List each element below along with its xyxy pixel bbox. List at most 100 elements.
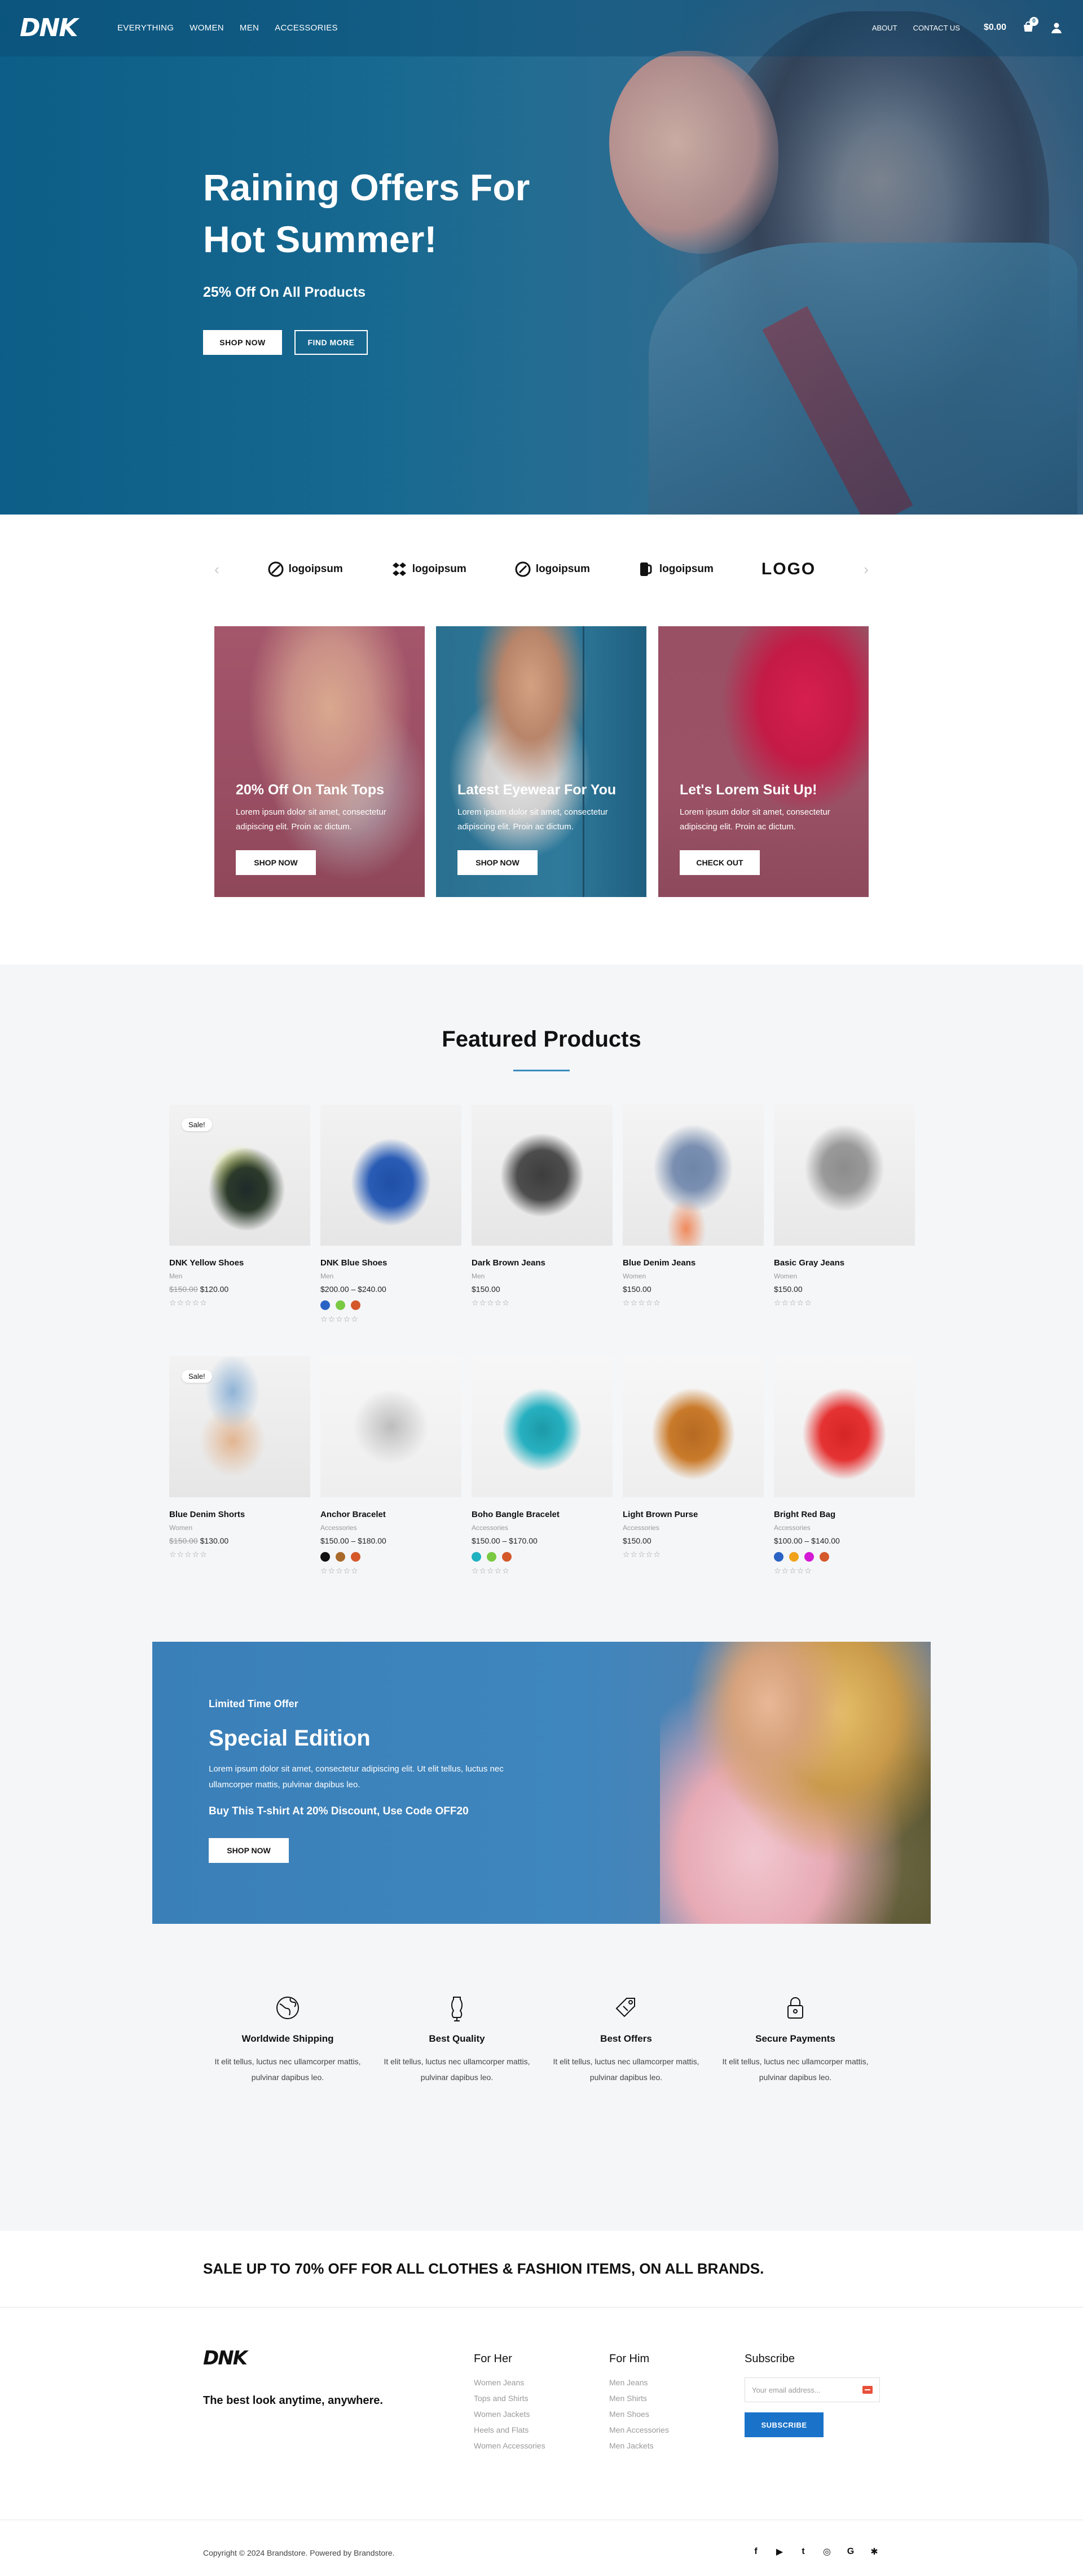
menu-item-about[interactable]: ABOUT [872,24,897,32]
footer-link-men-shirts[interactable]: Men Shirts [609,2394,669,2403]
color-swatch[interactable] [351,1300,360,1310]
hero-buttons: SHOP NOW FIND MORE [203,330,553,355]
user-account-icon[interactable] [1050,21,1063,34]
footer-link-men-shoes[interactable]: Men Shoes [609,2410,669,2419]
product-card[interactable]: Blue Denim Jeans Women $150.00 ☆☆☆☆☆ [623,1105,764,1308]
promo-shop-now-button[interactable]: SHOP NOW [457,850,538,875]
product-current-price: $100.00 – $140.00 [774,1536,840,1545]
product-name[interactable]: DNK Blue Shoes [320,1258,461,1268]
color-swatch[interactable] [487,1552,496,1562]
color-swatch[interactable] [502,1552,512,1562]
product-card[interactable]: Anchor Bracelet Accessories $150.00 – $180… [320,1356,461,1576]
menu-item-women[interactable]: WOMEN [190,23,224,33]
yelp-icon[interactable]: ✱ [869,2546,880,2557]
footer-link-heels-and-flats[interactable]: Heels and Flats [474,2425,545,2434]
product-category[interactable]: Accessories [472,1524,613,1532]
color-swatch[interactable] [336,1300,345,1310]
product-card[interactable]: DNK Blue Shoes Men $200.00 – $240.00 ☆☆☆☆☆ [320,1105,461,1324]
instagram-icon[interactable]: ◎ [821,2546,833,2557]
special-shop-now-button[interactable]: SHOP NOW [209,1838,289,1863]
promo-card-suit-up[interactable]: Let's Lorem Suit Up! Lorem ipsum dolor s… [658,626,869,897]
carousel-prev-arrow-icon[interactable]: ‹ [214,561,219,578]
product-name[interactable]: Anchor Bracelet [320,1510,461,1519]
color-swatch[interactable] [820,1552,829,1562]
product-category[interactable]: Men [472,1272,613,1280]
color-swatch[interactable] [774,1552,783,1562]
product-category[interactable]: Men [320,1272,461,1280]
facebook-icon[interactable]: f [750,2547,761,2557]
promo-check-out-button[interactable]: CHECK OUT [680,850,760,875]
product-name[interactable]: Basic Gray Jeans [774,1258,915,1268]
product-card[interactable]: Sale! Blue Denim Shorts Women $150.00 $130.0… [169,1356,310,1559]
product-image[interactable]: Sale! [169,1356,310,1497]
product-category[interactable]: Women [623,1272,764,1280]
youtube-icon[interactable]: ▶ [774,2546,785,2557]
footer-link-men-jeans[interactable]: Men Jeans [609,2378,669,2387]
product-card[interactable]: Sale! DNK Yellow Shoes Men $150.00 $120.00 ☆☆… [169,1105,310,1308]
footer-link-women-accessories[interactable]: Women Accessories [474,2441,545,2450]
product-image[interactable]: Sale! [169,1105,310,1246]
product-name[interactable]: Boho Bangle Bracelet [472,1510,613,1519]
cart-total[interactable]: $0.00 [984,23,1006,33]
footer-link-men-accessories[interactable]: Men Accessories [609,2425,669,2434]
cart-icon[interactable]: 0 [1022,17,1038,34]
promo-card-eyewear[interactable]: Latest Eyewear For You Lorem ipsum dolor… [436,626,646,897]
product-card[interactable]: Dark Brown Jeans Men $150.00 ☆☆☆☆☆ [472,1105,613,1308]
menu-item-accessories[interactable]: ACCESSORIES [275,23,338,33]
footer-column-title: For Him [609,2353,650,2365]
google-icon[interactable]: G [845,2547,856,2557]
product-image[interactable] [320,1356,461,1497]
product-card[interactable]: Boho Bangle Bracelet Accessories $150.00 –… [472,1356,613,1576]
footer-link-tops-and-shirts[interactable]: Tops and Shirts [474,2394,545,2403]
special-edition-content: Limited Time Offer Special Edition Lorem… [209,1698,525,1863]
product-image[interactable] [623,1356,764,1497]
product-name[interactable]: Bright Red Bag [774,1510,915,1519]
product-old-price: $150.00 [169,1285,198,1294]
menu-item-everything[interactable]: EVERYTHING [117,23,174,33]
product-name[interactable]: Dark Brown Jeans [472,1258,613,1268]
footer-logo[interactable]: DNK [203,2347,248,2370]
product-card[interactable]: Bright Red Bag Accessories $100.00 – $140.… [774,1356,915,1576]
product-category[interactable]: Accessories [774,1524,915,1532]
color-swatch[interactable] [320,1552,330,1562]
product-image[interactable] [623,1105,764,1246]
color-swatch[interactable] [472,1552,481,1562]
color-swatch[interactable] [789,1552,799,1562]
subscribe-button[interactable]: SUBSCRIBE [745,2412,824,2437]
product-category[interactable]: Accessories [623,1524,764,1532]
product-image[interactable] [774,1105,915,1246]
color-swatch[interactable] [320,1300,330,1310]
product-name[interactable]: Light Brown Purse [623,1510,764,1519]
product-image[interactable] [472,1356,613,1497]
footer-link-men-jackets[interactable]: Men Jackets [609,2441,669,2450]
hero-shop-now-button[interactable]: SHOP NOW [203,330,282,355]
color-swatch[interactable] [336,1552,345,1562]
top-navigation: DNK EVERYTHING WOMEN MEN ACCESSORIES ABO… [0,0,1083,56]
rating-stars: ☆☆☆☆☆ [320,1315,359,1324]
product-category[interactable]: Men [169,1272,310,1280]
carousel-next-arrow-icon[interactable]: › [864,561,869,578]
product-name[interactable]: Blue Denim Jeans [623,1258,764,1268]
product-card[interactable]: Basic Gray Jeans Women $150.00 ☆☆☆☆☆ [774,1105,915,1308]
menu-item-men[interactable]: MEN [240,23,259,33]
hero-find-more-button[interactable]: FIND MORE [294,330,368,355]
subscribe-email-input[interactable]: Your email address... [745,2377,880,2402]
color-swatch[interactable] [804,1552,814,1562]
product-card[interactable]: Light Brown Purse Accessories $150.00 ☆☆☆☆☆ [623,1356,764,1559]
product-category[interactable]: Accessories [320,1524,461,1532]
promo-shop-now-button[interactable]: SHOP NOW [236,850,316,875]
product-image[interactable] [774,1356,915,1497]
product-name[interactable]: DNK Yellow Shoes [169,1258,310,1268]
promo-card-tank-tops[interactable]: 20% Off On Tank Tops Lorem ipsum dolor s… [214,626,425,897]
footer-link-women-jeans[interactable]: Women Jeans [474,2378,545,2387]
color-swatch[interactable] [351,1552,360,1562]
product-name[interactable]: Blue Denim Shorts [169,1510,310,1519]
product-category[interactable]: Women [774,1272,915,1280]
product-image[interactable] [320,1105,461,1246]
product-category[interactable]: Women [169,1524,310,1532]
twitter-icon[interactable]: t [798,2547,809,2557]
footer-link-women-jackets[interactable]: Women Jackets [474,2410,545,2419]
site-logo[interactable]: DNK [20,14,78,42]
product-image[interactable] [472,1105,613,1246]
menu-item-contact-us[interactable]: CONTACT US [913,24,960,32]
